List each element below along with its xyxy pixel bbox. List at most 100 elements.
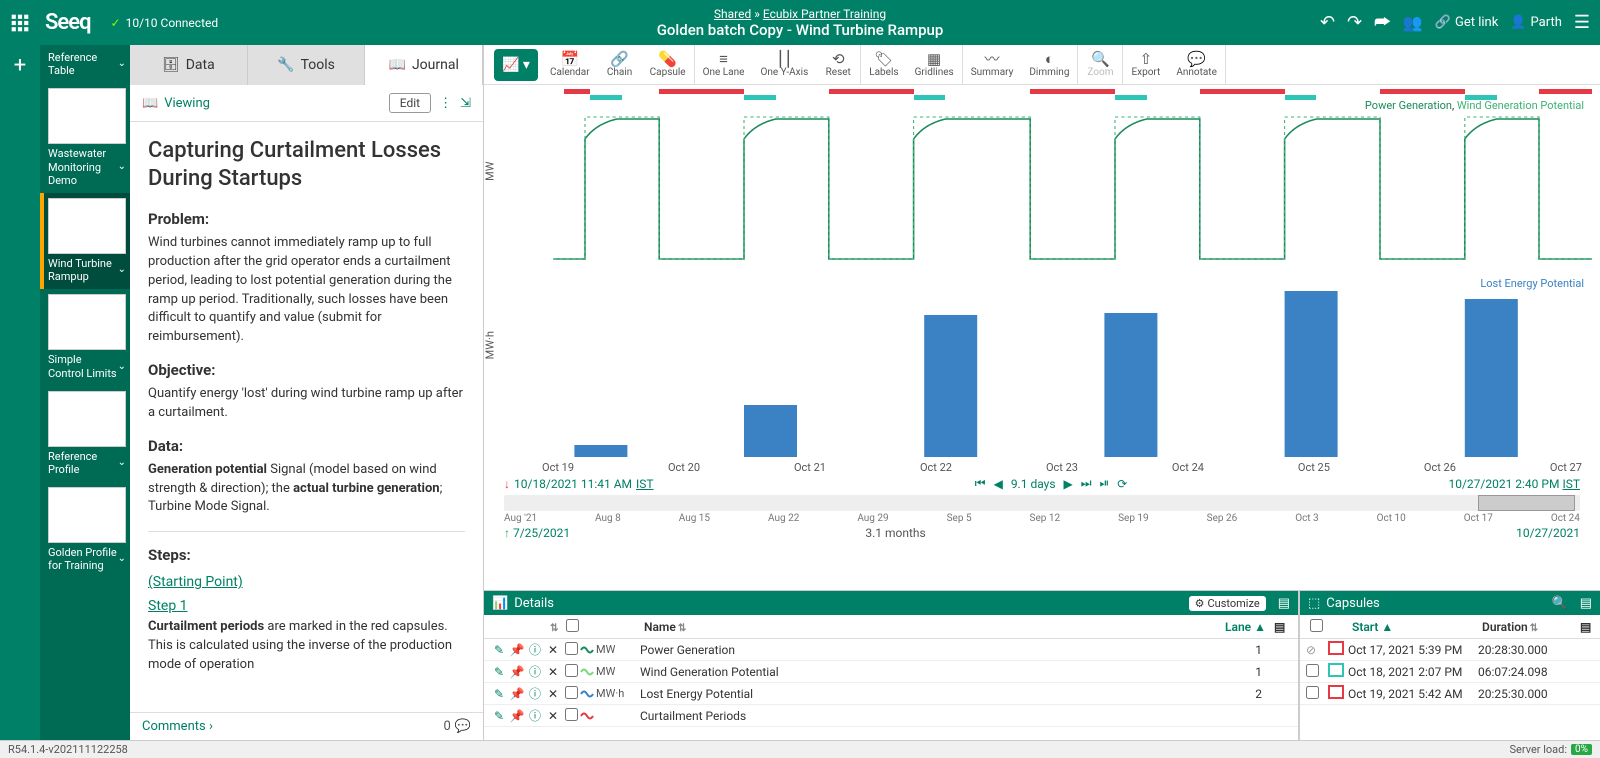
sort-icon[interactable] bbox=[544, 620, 562, 634]
info-icon[interactable]: ⓘ bbox=[526, 663, 544, 680]
labels-button[interactable]: 🏷Labels bbox=[861, 45, 906, 84]
table-row[interactable]: Oct 18, 2021 2:07 PM 06:07:24.098 bbox=[1300, 661, 1600, 683]
edit-icon[interactable]: ✎ bbox=[490, 709, 508, 723]
table-row[interactable]: ✎ 📌 ⓘ ✕ MW Power Generation 1 bbox=[484, 639, 1298, 661]
table-row[interactable]: Oct 19, 2021 5:42 AM 20:25:30.000 bbox=[1300, 683, 1600, 705]
select-all-checkbox[interactable] bbox=[566, 619, 579, 632]
row-checkbox[interactable] bbox=[565, 708, 578, 721]
forward-icon[interactable]: ⮫ bbox=[1374, 12, 1391, 33]
capsule-button[interactable]: 💊Capsule bbox=[642, 45, 694, 84]
journal-link[interactable]: (Starting Point) bbox=[148, 574, 243, 590]
columns-icon[interactable]: ▤ bbox=[1576, 620, 1594, 634]
view-mode-button[interactable]: 📈 ▾ bbox=[494, 49, 538, 81]
worksheet-item[interactable]: Simple Control Limits⌄ bbox=[40, 289, 130, 385]
undo-icon[interactable]: ↶ bbox=[1320, 12, 1335, 33]
row-checkbox[interactable] bbox=[565, 686, 578, 699]
add-worksheet-button[interactable]: + bbox=[14, 53, 26, 78]
redo-icon[interactable]: ↷ bbox=[1347, 12, 1362, 33]
oneyaxis-button[interactable]: ⎮⎮One Y-Axis bbox=[752, 45, 816, 84]
refresh-icon[interactable]: ⟳ bbox=[1117, 477, 1127, 491]
step-back-fast-icon[interactable]: ⏮ bbox=[975, 476, 986, 491]
table-row[interactable]: ⊘ Oct 17, 2021 5:39 PM 20:28:30.000 bbox=[1300, 639, 1600, 661]
info-icon[interactable]: ⓘ bbox=[526, 685, 544, 702]
customize-button[interactable]: ⚙ Customize bbox=[1189, 596, 1266, 611]
pin-icon[interactable]: 📌 bbox=[508, 643, 526, 657]
annotate-button[interactable]: 💬Annotate bbox=[1168, 45, 1225, 84]
range-scroller[interactable] bbox=[504, 495, 1580, 511]
time-span[interactable]: 9.1 days bbox=[1011, 477, 1056, 491]
remove-icon[interactable]: ✕ bbox=[544, 643, 562, 657]
info-icon[interactable]: ⓘ bbox=[526, 707, 544, 724]
step-back-icon[interactable]: ◀ bbox=[994, 477, 1003, 491]
tab-journal[interactable]: 📖Journal bbox=[365, 45, 483, 85]
worksheet-item[interactable]: Reference Profile⌄ bbox=[40, 386, 130, 482]
table-row[interactable]: ✎ 📌 ⓘ ✕ Curtailment Periods bbox=[484, 705, 1298, 727]
row-checkbox[interactable] bbox=[1306, 686, 1319, 699]
worksheet-item[interactable]: Reference Table⌄ bbox=[40, 45, 130, 83]
select-all-checkbox[interactable] bbox=[1310, 619, 1323, 632]
chevron-down-icon[interactable]: ⌄ bbox=[118, 58, 126, 70]
arrow-up-icon[interactable]: ↑ bbox=[504, 526, 510, 540]
comments-bar[interactable]: Comments › 0 💬 bbox=[130, 712, 483, 740]
chevron-down-icon[interactable]: ⌄ bbox=[118, 161, 126, 173]
columns-icon[interactable]: ▤ bbox=[1278, 596, 1290, 611]
row-checkbox[interactable] bbox=[565, 642, 578, 655]
worksheet-item[interactable]: Wastewater Monitoring Demo⌄ bbox=[40, 83, 130, 193]
step-to-now-icon[interactable]: ⏯ bbox=[1100, 476, 1110, 491]
chevron-down-icon[interactable]: ⌄ bbox=[118, 553, 126, 565]
remove-icon[interactable]: ✕ bbox=[544, 709, 562, 723]
edit-icon[interactable]: ✎ bbox=[490, 687, 508, 701]
pin-icon[interactable]: 📌 bbox=[508, 665, 526, 679]
apps-icon[interactable] bbox=[10, 13, 30, 33]
reset-button[interactable]: ⟲Reset bbox=[816, 45, 860, 84]
hamburger-icon[interactable]: ☰ bbox=[1574, 12, 1590, 33]
chevron-down-icon[interactable]: ⌄ bbox=[118, 264, 126, 276]
table-row[interactable]: ✎ 📌 ⓘ ✕ MW·h Lost Energy Potential 2 bbox=[484, 683, 1298, 705]
users-icon[interactable]: 👥 bbox=[1403, 13, 1423, 32]
user-menu[interactable]: 👤 Parth bbox=[1510, 15, 1562, 30]
export-button[interactable]: ⇧Export bbox=[1123, 45, 1168, 84]
end-time[interactable]: 10/27/2021 2:40 PM bbox=[1448, 477, 1559, 491]
summary-button[interactable]: 〰Summary bbox=[963, 45, 1022, 84]
search-icon[interactable]: 🔍 bbox=[1552, 596, 1568, 611]
expand-icon[interactable]: ⇲ bbox=[460, 96, 471, 111]
table-row[interactable]: ✎ 📌 ⓘ ✕ MW Wind Generation Potential 1 bbox=[484, 661, 1298, 683]
breadcrumb-link[interactable]: Shared bbox=[714, 7, 751, 21]
journal-link[interactable]: Step 1 bbox=[148, 598, 188, 614]
calendar-button[interactable]: 📅Calendar bbox=[542, 45, 598, 84]
tab-data[interactable]: 🗄Data bbox=[130, 45, 248, 85]
line-chart[interactable]: 10 5 0 bbox=[532, 99, 1592, 269]
col-name[interactable]: Name bbox=[640, 620, 1200, 634]
arrow-down-icon[interactable]: ↓ bbox=[504, 477, 510, 491]
step-forward-icon[interactable]: ▶ bbox=[1064, 477, 1073, 491]
col-lane[interactable]: Lane ▲ bbox=[1200, 620, 1270, 634]
gridlines-button[interactable]: ▦Gridlines bbox=[907, 45, 962, 84]
row-checkbox[interactable] bbox=[1306, 664, 1319, 677]
col-start[interactable]: Start ▲ bbox=[1348, 620, 1478, 634]
row-checkbox[interactable] bbox=[565, 664, 578, 677]
edit-button[interactable]: Edit bbox=[389, 93, 431, 113]
step-forward-fast-icon[interactable]: ⏭ bbox=[1081, 476, 1092, 491]
breadcrumb-link[interactable]: Ecubix Partner Training bbox=[763, 7, 886, 21]
columns-icon[interactable]: ▤ bbox=[1270, 620, 1292, 634]
chevron-down-icon[interactable]: ⌄ bbox=[118, 457, 126, 469]
info-icon[interactable]: ⓘ bbox=[526, 641, 544, 658]
worksheet-item[interactable]: Wind Turbine Rampup⌄ bbox=[40, 193, 130, 289]
chart-area[interactable]: MW Power Generation, Wind Generation Pot… bbox=[484, 85, 1600, 590]
pin-icon[interactable]: 📌 bbox=[508, 709, 526, 723]
columns-icon[interactable]: ▤ bbox=[1580, 596, 1592, 611]
col-duration[interactable]: Duration bbox=[1478, 620, 1576, 634]
remove-icon[interactable]: ✕ bbox=[544, 665, 562, 679]
tab-tools[interactable]: 🔧Tools bbox=[248, 45, 366, 85]
start-time[interactable]: 10/18/2021 11:41 AM bbox=[514, 477, 632, 491]
worksheet-item[interactable]: Golden Profile for Training⌄ bbox=[40, 482, 130, 578]
edit-icon[interactable]: ✎ bbox=[490, 665, 508, 679]
bar-chart[interactable]: 6.0 5.0 4.0 3.0 2.0 bbox=[532, 277, 1592, 457]
chain-button[interactable]: 🔗Chain bbox=[598, 45, 642, 84]
onelane-button[interactable]: ≡One Lane bbox=[695, 45, 753, 84]
dimming-button[interactable]: ◐Dimming bbox=[1021, 45, 1077, 84]
range-end[interactable]: 10/27/2021 bbox=[1516, 526, 1580, 540]
edit-icon[interactable]: ✎ bbox=[490, 643, 508, 657]
remove-icon[interactable]: ✕ bbox=[544, 687, 562, 701]
chevron-down-icon[interactable]: ⌄ bbox=[118, 361, 126, 373]
